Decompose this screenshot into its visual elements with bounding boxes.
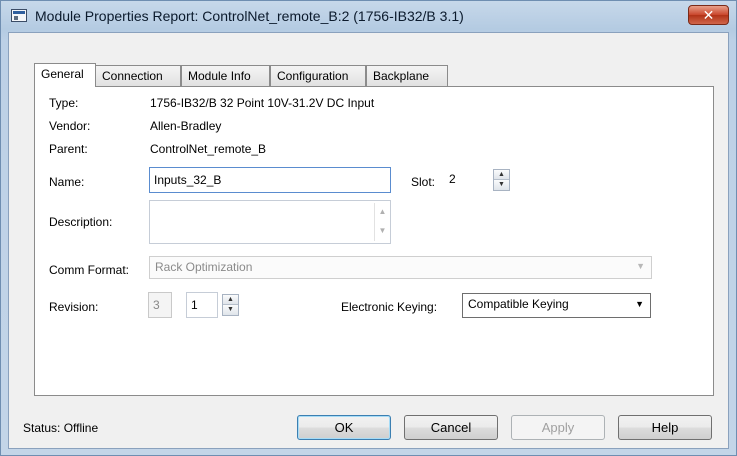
- scroll-up-icon[interactable]: ▲: [375, 207, 390, 216]
- description-field[interactable]: [149, 200, 391, 244]
- tab-configuration-label: Configuration: [277, 69, 349, 83]
- slot-label: Slot:: [411, 175, 436, 189]
- title-bar[interactable]: Module Properties Report: ControlNet_rem…: [1, 1, 736, 33]
- chevron-down-icon: ▼: [636, 261, 645, 271]
- tab-configuration[interactable]: Configuration: [270, 65, 366, 86]
- close-icon: ✕: [702, 7, 715, 23]
- revision-label: Revision:: [49, 300, 99, 314]
- tab-module-info[interactable]: Module Info: [181, 65, 270, 86]
- type-label: Type:: [49, 96, 79, 110]
- tab-module-info-label: Module Info: [188, 69, 251, 83]
- comm-format-value: Rack Optimization: [155, 260, 253, 274]
- spin-down-icon[interactable]: ▼: [223, 305, 238, 315]
- ok-button[interactable]: OK: [297, 415, 391, 440]
- type-value: 1756-IB32/B 32 Point 10V-31.2V DC Input: [150, 96, 375, 110]
- spin-up-icon[interactable]: ▲: [494, 170, 509, 180]
- vendor-value: Allen-Bradley: [150, 119, 222, 133]
- slot-spinner[interactable]: ▲ ▼: [493, 169, 510, 191]
- electronic-keying-dropdown[interactable]: Compatible Keying ▼: [462, 293, 651, 318]
- revision-minor-field[interactable]: 1: [186, 292, 218, 318]
- electronic-keying-label: Electronic Keying:: [341, 300, 438, 314]
- scroll-down-icon[interactable]: ▼: [375, 226, 390, 235]
- tab-connection-label: Connection: [102, 69, 163, 83]
- status-text: Status: Offline: [23, 421, 99, 435]
- revision-spinner[interactable]: ▲ ▼: [222, 294, 239, 316]
- help-button[interactable]: Help: [618, 415, 712, 440]
- tab-backplane[interactable]: Backplane: [366, 65, 448, 86]
- comm-format-dropdown: Rack Optimization ▼: [149, 256, 652, 279]
- slot-field[interactable]: 2: [444, 168, 486, 192]
- electronic-keying-value: Compatible Keying: [468, 297, 569, 311]
- comm-format-label: Comm Format:: [49, 263, 130, 277]
- window-title: Module Properties Report: ControlNet_rem…: [35, 8, 464, 24]
- description-scrollbar[interactable]: ▲ ▼: [374, 203, 390, 241]
- description-label: Description:: [49, 215, 113, 229]
- spin-up-icon[interactable]: ▲: [223, 295, 238, 305]
- spin-down-icon[interactable]: ▼: [494, 180, 509, 190]
- apply-button: Apply: [511, 415, 605, 440]
- parent-value: ControlNet_remote_B: [150, 142, 267, 156]
- tab-connection[interactable]: Connection: [95, 65, 181, 86]
- close-button[interactable]: ✕: [688, 5, 729, 25]
- tab-backplane-label: Backplane: [373, 69, 430, 83]
- name-field[interactable]: Inputs_32_B: [149, 167, 391, 193]
- revision-major-field: 3: [148, 292, 172, 318]
- name-label: Name:: [49, 175, 85, 189]
- tab-general-label: General: [41, 67, 84, 81]
- parent-label: Parent:: [49, 142, 88, 156]
- cancel-button[interactable]: Cancel: [404, 415, 498, 440]
- window-app-icon: [11, 9, 27, 22]
- chevron-down-icon[interactable]: ▼: [635, 299, 644, 309]
- vendor-label: Vendor:: [49, 119, 91, 133]
- tab-general[interactable]: General: [34, 63, 96, 87]
